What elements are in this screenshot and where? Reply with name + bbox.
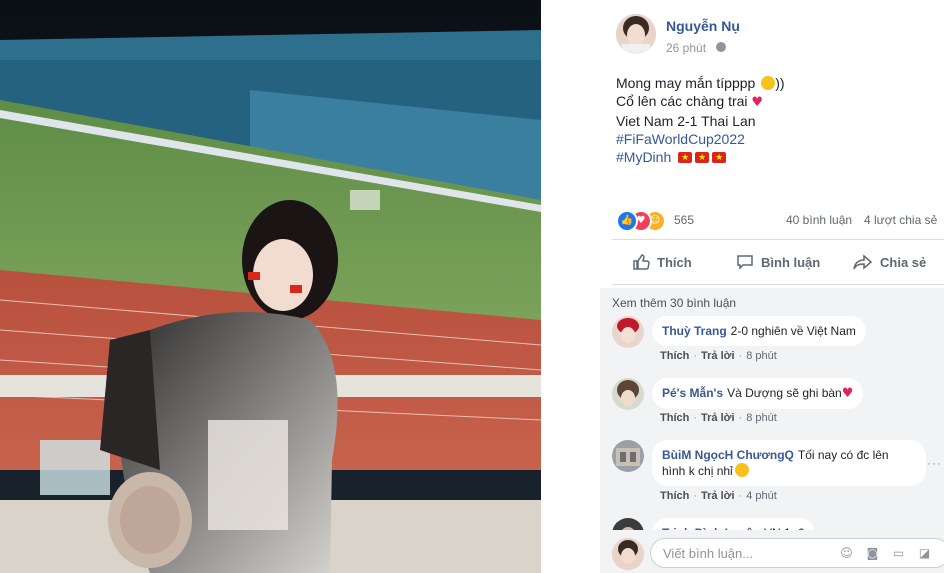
post-stats: 👍 ♥ ☺ 565 40 bình luận 4 lượt chia sẻ (616, 210, 944, 232)
reaction-count[interactable]: 565 (674, 213, 694, 227)
comment-text: 2-0 nghiên về Việt Nam (730, 324, 856, 338)
like-button[interactable]: Thích (632, 244, 692, 280)
hashtag-link[interactable]: #MyDinh (616, 149, 671, 165)
share-icon (853, 254, 873, 270)
comment-text: Và Dượng sẽ ghi bàn (727, 386, 842, 400)
like-label: Thích (657, 254, 692, 270)
comment-count[interactable]: 40 bình luận (786, 213, 852, 227)
vietnam-flag-icon (695, 149, 710, 167)
post-time[interactable]: 26 phút (666, 41, 706, 55)
vietnam-flag-icon (712, 149, 727, 167)
comment-like-link[interactable]: Thích (660, 490, 689, 502)
smile-emoji-icon (734, 463, 749, 477)
author-name[interactable]: Nguyễn Nụ (666, 18, 740, 34)
post-line-suffix: )) (775, 75, 785, 91)
post-line: Cổ lên các chàng trai ♥ (616, 92, 936, 112)
post-panel: Nguyễn Nụ 26 phút Mong may mắn típppp ))… (600, 0, 944, 573)
emoji-icon[interactable]: ☺ (839, 546, 854, 561)
comment-text: Tối nay có đc lên (797, 448, 889, 462)
comment-button[interactable]: Bình luận (736, 244, 820, 280)
divider (612, 239, 944, 240)
comment-time[interactable]: 8 phút (746, 412, 777, 424)
divider (612, 284, 944, 285)
comment-item: Thuỳ Trang 2-0 nghiên về Việt Nam Thích · T… (612, 316, 944, 366)
post-line-text: Mong may mắn típppp (616, 75, 756, 91)
thumbs-up-icon (633, 254, 650, 270)
like-reaction-icon[interactable]: 👍 (616, 210, 638, 232)
smile-emoji-icon (761, 76, 776, 90)
comment-bubble: BùiM NgọcH ChươngQ Tối nay có đc lên hình … (652, 440, 926, 486)
comment-meta: Thích · Trả lời · 4 phút (660, 490, 777, 502)
vietnam-flag-icon (678, 149, 693, 167)
sticker-icon[interactable]: ◪ (917, 546, 932, 561)
comment-options-icon[interactable]: ··· (927, 456, 942, 470)
post-photo[interactable] (0, 0, 541, 573)
camera-icon[interactable]: ◙ (865, 546, 880, 561)
commenter-name[interactable]: Pé's Mẫn's (662, 386, 723, 400)
comment-label: Bình luận (761, 254, 821, 270)
globe-icon[interactable] (716, 42, 726, 52)
post-line: Mong may mắn típppp )) (616, 74, 936, 92)
heart-emoji-icon: ♥ (751, 95, 764, 110)
comment-item: BùiM NgọcH ChươngQ Tối nay có đc lên hình … (612, 440, 944, 510)
comment-input-placeholder: Viết bình luận... (663, 546, 754, 561)
post-line: #MyDinh (616, 148, 936, 167)
comment-time[interactable]: 4 phút (746, 490, 777, 502)
comment-reply-link[interactable]: Trả lời (701, 412, 735, 424)
comment-time[interactable]: 8 phút (746, 350, 777, 362)
comment-reply-link[interactable]: Trả lời (701, 350, 735, 362)
heart-emoji-icon: ♥ (841, 386, 854, 401)
comment-input[interactable]: Viết bình luận... ☺ ◙ ▭ ◪ (650, 538, 944, 568)
commenter-avatar[interactable] (612, 378, 644, 410)
commenter-avatar[interactable] (612, 316, 644, 348)
commenter-avatar[interactable] (612, 440, 644, 472)
post-line-text: Cổ lên các chàng trai (616, 93, 748, 109)
comment-composer: Viết bình luận... ☺ ◙ ▭ ◪ (600, 530, 944, 573)
post-actions: Thích Bình luận Chia sẻ (612, 244, 944, 280)
comment-like-link[interactable]: Thích (660, 350, 689, 362)
commenter-name[interactable]: Thuỳ Trang (662, 324, 727, 338)
post-body: Mong may mắn típppp )) Cổ lên các chàng … (616, 74, 936, 167)
comment-meta: Thích · Trả lời · 8 phút (660, 350, 777, 362)
view-more-comments-link[interactable]: Xem thêm 30 bình luận (612, 296, 736, 310)
stadium-photo (0, 0, 541, 573)
post-line: Viet Nam 2-1 Thai Lan (616, 113, 756, 129)
gif-icon[interactable]: ▭ (891, 546, 906, 561)
share-button[interactable]: Chia sẻ (853, 244, 926, 280)
current-user-avatar (612, 538, 644, 570)
commenter-name[interactable]: BùiM NgọcH ChươngQ (662, 448, 794, 462)
comment-like-link[interactable]: Thích (660, 412, 689, 424)
hashtag-link[interactable]: #FiFaWorldCup2022 (616, 130, 936, 148)
comment-text-continued: hình k chị nhỉ (662, 464, 733, 478)
comment-reply-link[interactable]: Trả lời (701, 490, 735, 502)
share-count[interactable]: 4 lượt chia sẻ (864, 213, 937, 227)
comment-bubble: Pé's Mẫn's Và Dượng sẽ ghi bàn♥ (652, 378, 864, 409)
comment-icon (737, 255, 753, 270)
comment-item: Pé's Mẫn's Và Dượng sẽ ghi bàn♥ Thích · Trả… (612, 378, 944, 428)
comment-meta: Thích · Trả lời · 8 phút (660, 412, 777, 424)
comment-bubble: Thuỳ Trang 2-0 nghiên về Việt Nam (652, 316, 866, 346)
share-label: Chia sẻ (880, 254, 927, 270)
author-avatar[interactable] (616, 14, 656, 54)
